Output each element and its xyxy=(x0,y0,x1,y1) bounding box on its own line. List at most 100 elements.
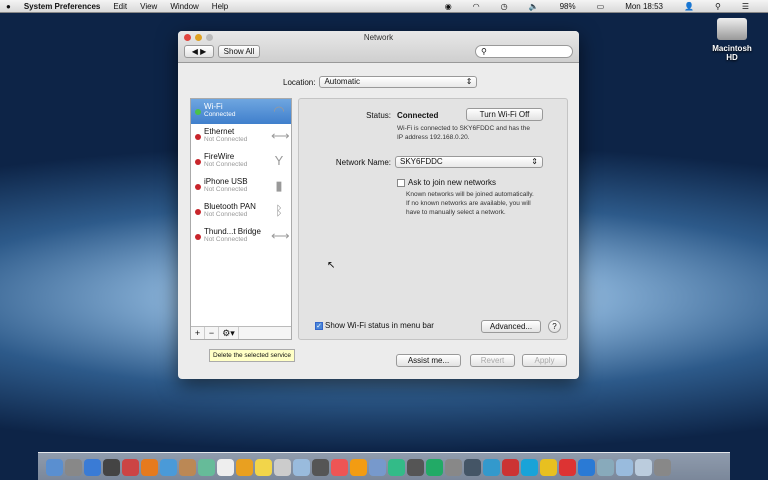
menu-help[interactable]: Help xyxy=(212,2,228,11)
service-item[interactable]: FireWire Not Connected Y xyxy=(191,149,291,174)
dock-app-icon[interactable] xyxy=(198,459,215,476)
dock-app-icon[interactable] xyxy=(369,459,386,476)
service-item[interactable]: Bluetooth PAN Not Connected ᛒ xyxy=(191,199,291,224)
dock-app-icon[interactable] xyxy=(445,459,462,476)
thunderbolt-bridge-icon: ⟷ xyxy=(271,228,290,243)
dock-app-icon[interactable] xyxy=(559,459,576,476)
title-bar: Network ◀ ▶ Show All ⚲ xyxy=(178,31,579,63)
dock-app-icon[interactable] xyxy=(388,459,405,476)
dock-app-icon[interactable] xyxy=(293,459,310,476)
dock-app-icon[interactable] xyxy=(654,459,671,476)
service-item[interactable]: Thund...t Bridge Not Connected ⟷ xyxy=(191,224,291,249)
dock-app-icon[interactable] xyxy=(255,459,272,476)
dock-app-icon[interactable] xyxy=(141,459,158,476)
dock-app-icon[interactable] xyxy=(464,459,481,476)
desktop-drive[interactable]: Macintosh HD xyxy=(706,18,758,62)
dock-app-icon[interactable] xyxy=(635,459,652,476)
dock-app-icon[interactable] xyxy=(597,459,614,476)
location-select[interactable]: Automatic ⇕ xyxy=(319,76,478,88)
menu-view[interactable]: View xyxy=(140,2,157,11)
stepper-icon: ⇕ xyxy=(465,77,473,86)
turn-wifi-off-button[interactable]: Turn Wi-Fi Off xyxy=(466,108,543,121)
hard-drive-icon xyxy=(717,18,747,40)
wifi-icon: ◠ xyxy=(273,103,285,118)
location-label: Location: xyxy=(283,77,316,87)
network-name-label: Network Name: xyxy=(335,158,391,167)
status-dot xyxy=(195,109,201,115)
dock-app-icon[interactable] xyxy=(616,459,633,476)
assist-me-button[interactable]: Assist me... xyxy=(396,354,461,367)
back-forward-buttons[interactable]: ◀ ▶ xyxy=(184,45,214,58)
dock-app-icon[interactable] xyxy=(312,459,329,476)
dock-app-icon[interactable] xyxy=(160,459,177,476)
window-title: Network xyxy=(363,33,394,42)
dock-app-icon[interactable] xyxy=(483,459,500,476)
time-machine-icon[interactable]: ◷ xyxy=(501,2,508,11)
dock-app-icon[interactable] xyxy=(502,459,519,476)
dock-app-icon[interactable] xyxy=(350,459,367,476)
ethernet-icon: ⟷ xyxy=(271,128,290,143)
dock-app-icon[interactable] xyxy=(103,459,120,476)
service-item[interactable]: Wi-Fi Connected ◠ xyxy=(191,99,291,124)
stepper-icon: ⇕ xyxy=(531,157,538,166)
wifi-status-icon[interactable]: ◠ xyxy=(473,2,480,11)
status-label: Status: xyxy=(366,111,391,120)
user-icon[interactable]: 👤 xyxy=(684,2,694,11)
dock-app-icon[interactable] xyxy=(426,459,443,476)
help-button[interactable]: ? xyxy=(548,320,561,333)
dock-app-icon[interactable] xyxy=(578,459,595,476)
gear-menu-button[interactable]: ⚙▾ xyxy=(219,327,239,339)
tooltip: Delete the selected service xyxy=(209,349,296,362)
revert-button[interactable]: Revert xyxy=(470,354,515,367)
battery-percent[interactable]: 98% xyxy=(560,2,576,11)
search-icon: ⚲ xyxy=(481,47,487,56)
dock-app-icon[interactable] xyxy=(236,459,253,476)
dock-app-icon[interactable] xyxy=(65,459,82,476)
status-description: Wi-Fi is connected to SKY6FDDC and has t… xyxy=(397,125,530,141)
clock[interactable]: Mon 18:53 xyxy=(625,2,663,11)
remove-service-button[interactable]: − xyxy=(205,327,219,339)
add-service-button[interactable]: + xyxy=(191,327,205,339)
dock-app-icon[interactable] xyxy=(217,459,234,476)
dock xyxy=(38,452,730,480)
menu-app[interactable]: System Preferences xyxy=(24,2,101,11)
menu-window[interactable]: Window xyxy=(170,2,198,11)
record-icon[interactable]: ◉ xyxy=(445,2,452,11)
status-dot xyxy=(195,159,201,165)
search-input[interactable]: ⚲ xyxy=(475,45,573,58)
notification-center-icon[interactable]: ☰ xyxy=(742,2,749,11)
dock-app-icon[interactable] xyxy=(84,459,101,476)
ask-join-checkbox[interactable] xyxy=(397,178,405,187)
service-list: Wi-Fi Connected ◠ Ethernet Not Connected ⟷ Fir… xyxy=(190,98,292,340)
menu-bar: ● System Preferences Edit View Window He… xyxy=(0,0,768,13)
drive-label: Macintosh HD xyxy=(712,44,752,62)
dock-app-icon[interactable] xyxy=(179,459,196,476)
dock-app-icon[interactable] xyxy=(521,459,538,476)
apply-button[interactable]: Apply xyxy=(522,354,567,367)
menu-edit[interactable]: Edit xyxy=(113,2,127,11)
service-item[interactable]: iPhone USB Not Connected ▮ xyxy=(191,174,291,199)
status-value: Connected xyxy=(397,111,439,120)
battery-icon[interactable]: ▭ xyxy=(597,2,605,11)
dock-app-icon[interactable] xyxy=(46,459,63,476)
dock-app-icon[interactable] xyxy=(274,459,291,476)
dock-app-icon[interactable] xyxy=(122,459,139,476)
spotlight-icon[interactable]: ⚲ xyxy=(715,2,721,11)
show-wifi-status-checkbox[interactable]: ✓ xyxy=(315,321,323,330)
dock-app-icon[interactable] xyxy=(331,459,348,476)
mouse-cursor-icon: ↖ xyxy=(327,260,336,271)
dock-app-icon[interactable] xyxy=(540,459,557,476)
status-dot xyxy=(195,184,201,190)
firewire-icon: Y xyxy=(274,153,284,168)
status-dot xyxy=(195,234,201,240)
service-item[interactable]: Ethernet Not Connected ⟷ xyxy=(191,124,291,149)
ask-join-description: Known networks will be joined automatica… xyxy=(406,191,534,216)
ask-join-label: Ask to join new networks xyxy=(408,178,497,187)
apple-menu-icon[interactable]: ● xyxy=(6,2,11,11)
advanced-button[interactable]: Advanced... xyxy=(481,320,541,333)
volume-icon[interactable]: 🔈 xyxy=(529,2,539,11)
dock-app-icon[interactable] xyxy=(407,459,424,476)
show-all-button[interactable]: Show All xyxy=(218,45,260,58)
show-wifi-status-label: Show Wi-Fi status in menu bar xyxy=(325,321,434,330)
network-name-select[interactable]: SKY6FDDC ⇕ xyxy=(395,156,543,168)
